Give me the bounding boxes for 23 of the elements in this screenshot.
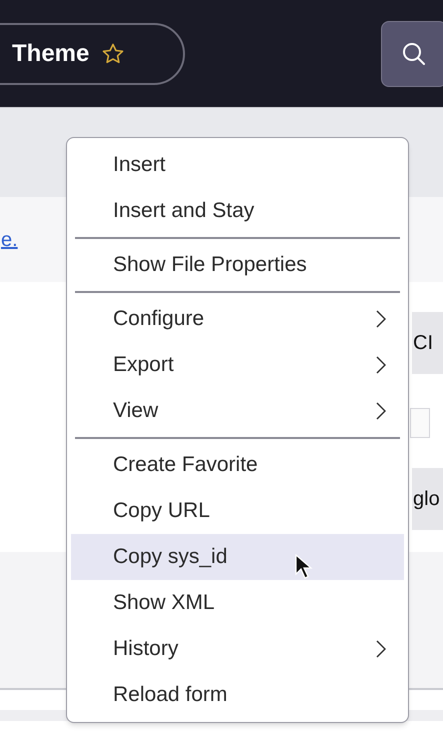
- field-chip: CI: [412, 312, 443, 374]
- menu-item-label: Show XML: [113, 590, 215, 616]
- menu-item-label: Export: [113, 352, 174, 378]
- search-button[interactable]: [381, 20, 443, 86]
- checkbox[interactable]: [410, 408, 430, 438]
- menu-item-label: Create Favorite: [113, 452, 258, 478]
- menu-item-label: Insert and Stay: [113, 198, 254, 224]
- menu-item-label: Show File Properties: [113, 252, 307, 278]
- page-title: Theme: [12, 38, 90, 68]
- menu-item-label: Configure: [113, 306, 204, 332]
- menu-item-label: Reload form: [113, 682, 228, 708]
- link[interactable]: e.: [1, 224, 18, 254]
- star-icon[interactable]: [101, 42, 126, 66]
- title-pill[interactable]: Theme: [0, 22, 185, 84]
- mouse-pointer-icon: [295, 554, 313, 580]
- menu-item[interactable]: Copy sys_id: [71, 534, 404, 580]
- field-chip: glo: [412, 468, 443, 530]
- search-icon: [401, 40, 427, 66]
- menu-item-label: View: [113, 398, 158, 424]
- menu-item-label: Copy URL: [113, 498, 210, 524]
- menu-item-label: Copy sys_id: [113, 544, 228, 570]
- menu-item-label: History: [113, 636, 178, 662]
- menu-item-label: Insert: [113, 152, 166, 178]
